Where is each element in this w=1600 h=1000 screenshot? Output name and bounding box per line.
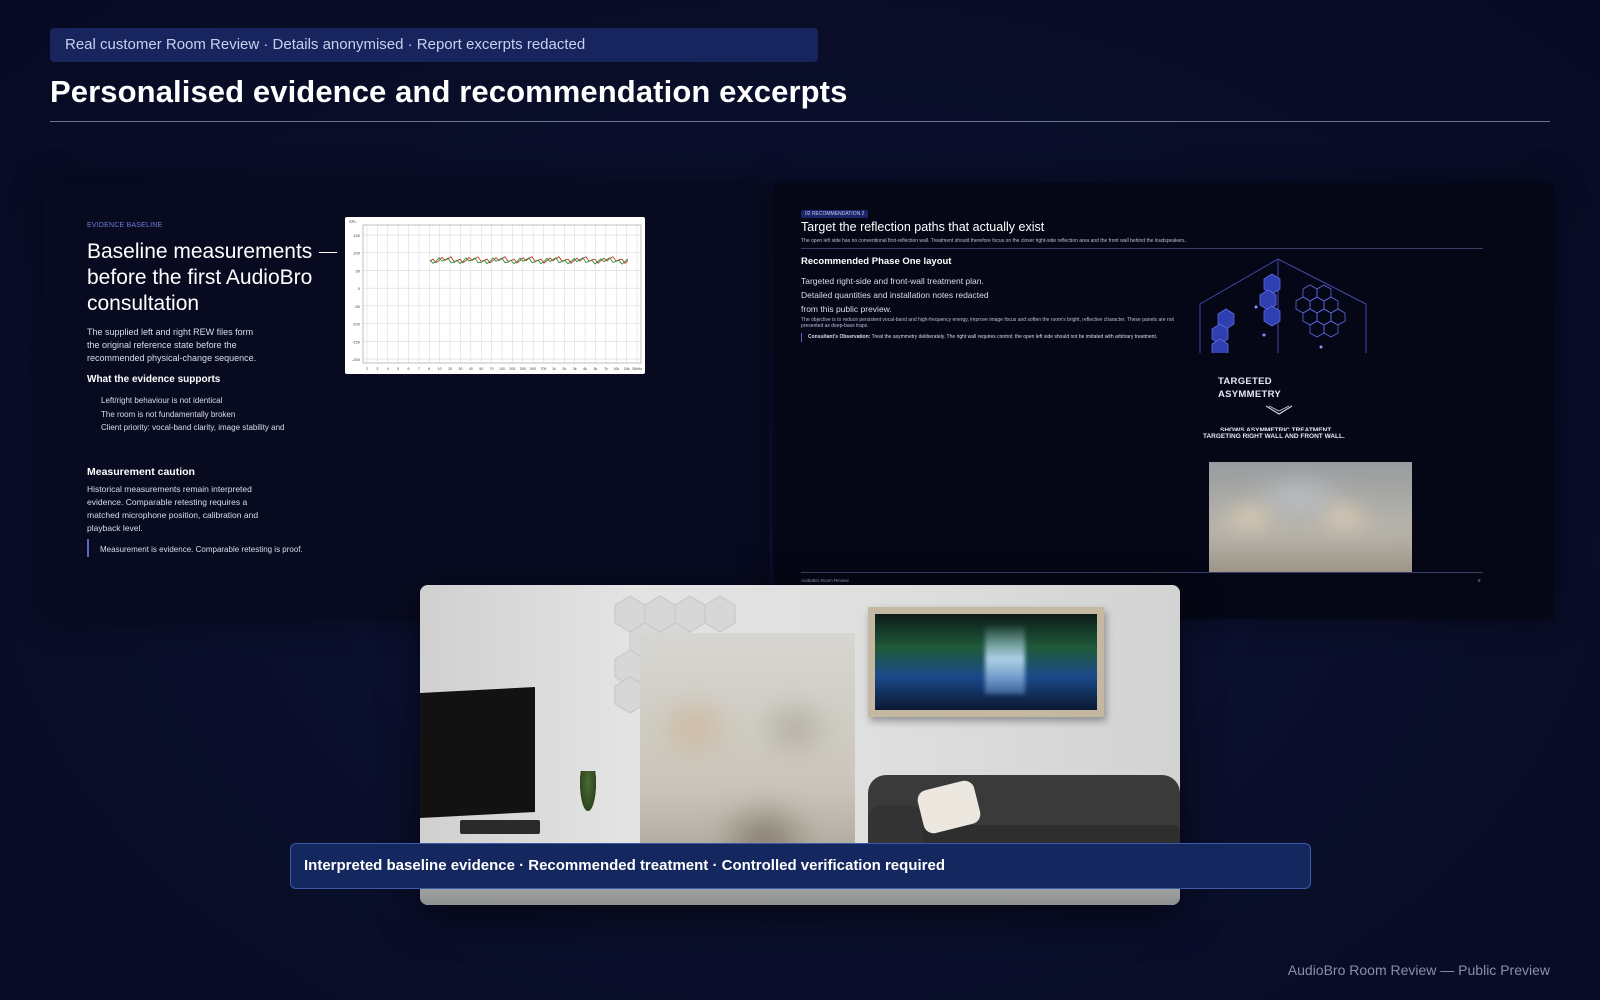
x-tick-label: 4 <box>387 367 389 371</box>
x-tick-label: 5k <box>594 367 598 371</box>
quote-bar <box>87 539 89 557</box>
quote-text: Measurement is evidence. Comparable rete… <box>100 545 303 554</box>
x-tick-label: 1k <box>552 367 556 371</box>
x-tick-label: 3k <box>573 367 577 371</box>
x-tick-label: 30 <box>458 367 462 371</box>
asymmetry-label-text: TARGETED ASYMMETRY <box>1218 376 1282 400</box>
top-banner: Real customer Room Review · Details anon… <box>50 28 818 62</box>
rew-chart-svg: 150100500-50-100-150-2002 3 4 5 6 7 8 10 20 30 40 5… <box>349 219 642 371</box>
phase-objective: The objective is to reduce persistent vo… <box>801 317 1176 329</box>
y-tick-label: 150 <box>353 233 360 238</box>
list-item: Left/right behaviour is not identical <box>101 394 341 408</box>
x-tick-label: 100 <box>499 367 505 371</box>
x-tick-label: 3 <box>376 367 378 371</box>
list-item: The room is not fundamentally broken <box>101 408 341 422</box>
y-tick-label: -100 <box>352 322 361 327</box>
y-tick-label: 0 <box>358 286 361 291</box>
phase-line: Targeted right-side and front-wall treat… <box>801 276 984 286</box>
summary-banner: Interpreted baseline evidence · Recommen… <box>290 843 1311 889</box>
wall-art <box>868 607 1104 717</box>
evidence-slide[interactable]: EVIDENCE BASELINE Baseline measurements … <box>44 183 769 619</box>
y-tick-label: -200 <box>352 357 361 362</box>
recommendation-badge: 02 RECOMMENDATION 2 <box>801 210 869 218</box>
slide-footer-label: AudioBro Room Review <box>801 578 849 583</box>
x-tick-label: 2k <box>562 367 566 371</box>
chevron-down-icon <box>1265 405 1293 415</box>
y-tick-label: 50 <box>356 268 361 273</box>
list-item: Client priority: vocal-band clarity, ima… <box>101 421 341 432</box>
recommendation-description: The open left side has no conventional f… <box>801 238 1186 244</box>
recommendation-divider <box>801 248 1483 249</box>
x-tick-label: 5 <box>397 367 399 371</box>
x-tick-label: 20 <box>448 367 452 371</box>
observation-bar <box>801 333 802 342</box>
x-tick-label: 300 <box>520 367 526 371</box>
x-tick-label: 7 <box>418 367 420 371</box>
x-tick-label: 10k <box>613 367 619 371</box>
rew-measurement-chart: 150 100 50 0 -50 -100 -150 -200 2 3 4 5 6 7 8 10 20 30 40 5… <box>345 217 645 374</box>
page-title: Personalised evidence and recommendation… <box>50 74 848 109</box>
x-tick-label: 500 <box>530 367 536 371</box>
footer-credit: AudioBro Room Review — Public Preview <box>1287 962 1550 978</box>
x-tick-label: 40 <box>469 367 473 371</box>
recommendation-title: Target the reflection paths that actuall… <box>801 220 1045 234</box>
x-tick-label: 30kHz <box>632 367 642 371</box>
slide-footer-divider <box>801 572 1483 573</box>
y-axis-label: SPL <box>349 219 357 224</box>
x-tick-label: 6 <box>408 367 410 371</box>
x-tick-label: 50 <box>479 367 483 371</box>
phase-heading: Recommended Phase One layout <box>801 256 952 267</box>
phase-line: Detailed quantities and installation not… <box>801 290 989 300</box>
evidence-kicker: EVIDENCE BASELINE <box>87 222 163 229</box>
asymmetry-caption-2: TARGETING RIGHT WALL AND FRONT WALL. <box>1203 433 1345 440</box>
asymmetry-label: TARGETED ASYMMETRY <box>1218 375 1288 401</box>
treatment-layout-diagram <box>1198 259 1368 353</box>
observation-text: Treat the asymmetry deliberately. The ri… <box>871 334 1158 340</box>
phase-lines: Targeted right-side and front-wall treat… <box>801 274 1011 316</box>
caution-text: Historical measurements remain interpret… <box>87 484 259 533</box>
title-divider <box>50 121 1550 122</box>
supports-list: Left/right behaviour is not identical Th… <box>101 394 341 432</box>
redacted-photo <box>1209 462 1412 573</box>
x-tick-label: 10 <box>438 367 442 371</box>
slide-page-number: 5 <box>1478 578 1481 583</box>
heading-dash <box>319 252 337 253</box>
recommendation-slide[interactable]: 02 RECOMMENDATION 2 Target the reflectio… <box>773 183 1554 619</box>
y-tick-label: 100 <box>353 251 360 256</box>
supports-heading: What the evidence supports <box>87 374 221 385</box>
x-tick-label: 700 <box>541 367 547 371</box>
x-tick-label: 20k <box>624 367 630 371</box>
x-tick-label: 8 <box>428 367 430 371</box>
x-tick-label: 2 <box>366 367 368 371</box>
evidence-intro: The supplied left and right REW files fo… <box>87 327 257 363</box>
hex-panel-diagram <box>1199 259 1367 353</box>
x-tick-label: 7k <box>604 367 608 371</box>
x-tick-label: 4k <box>583 367 587 371</box>
x-tick-label: 70 <box>490 367 494 371</box>
phase-line: from this public preview. <box>801 304 892 314</box>
observation: Consultant's Observation: Treat the asym… <box>808 334 1188 340</box>
asymmetry-caption: SHOWS ASYMMETRIC TREATMENT <box>1220 427 1332 431</box>
observation-label: Consultant's Observation: <box>808 334 871 340</box>
caution-heading: Measurement caution <box>87 466 195 478</box>
y-tick-label: -150 <box>352 339 361 344</box>
evidence-heading: Baseline measurements before the first A… <box>87 240 313 315</box>
x-tick-label: 200 <box>509 367 515 371</box>
y-tick-label: -50 <box>354 304 361 309</box>
